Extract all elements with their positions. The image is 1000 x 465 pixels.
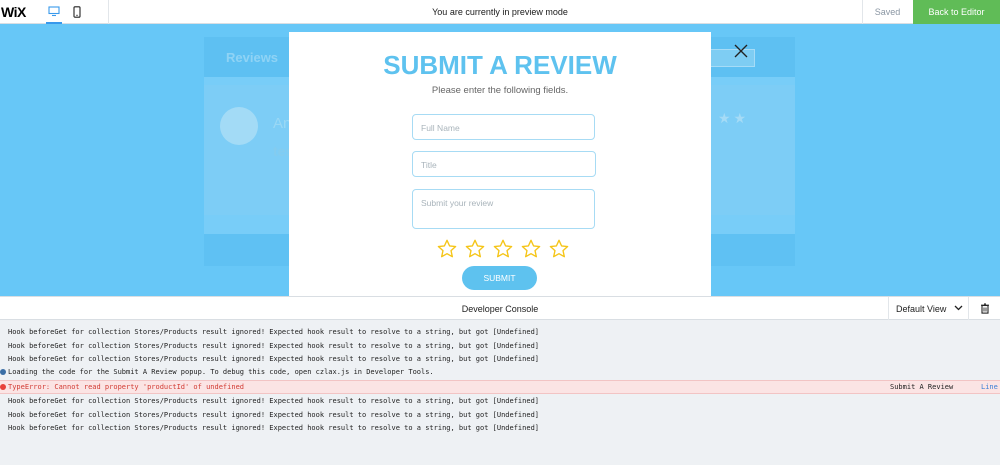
error-message: TypeError: Cannot read property 'product… bbox=[8, 383, 245, 391]
popup-title: SUBMIT A REVIEW bbox=[383, 50, 617, 80]
log-line: Hook beforeGet for collection Stores/Pro… bbox=[8, 397, 540, 405]
topbar-divider bbox=[108, 0, 109, 24]
back-to-editor-button[interactable]: Back to Editor bbox=[913, 0, 1000, 24]
chevron-down-icon bbox=[954, 305, 963, 311]
log-line: Hook beforeGet for collection Stores/Pro… bbox=[8, 355, 540, 363]
star-icon[interactable] bbox=[548, 238, 570, 260]
saved-status: Saved bbox=[862, 0, 912, 24]
trash-icon bbox=[980, 303, 989, 314]
title-input[interactable]: Title bbox=[412, 151, 596, 177]
close-icon[interactable] bbox=[733, 43, 749, 59]
wix-logo: WiX bbox=[1, 3, 26, 20]
info-icon bbox=[0, 369, 6, 375]
star-icon[interactable] bbox=[492, 238, 514, 260]
log-line: Hook beforeGet for collection Stores/Pro… bbox=[8, 411, 540, 419]
rating-input[interactable] bbox=[436, 238, 570, 260]
log-line: Hook beforeGet for collection Stores/Pro… bbox=[8, 328, 540, 336]
review-rating-stars: ★★ bbox=[718, 110, 750, 126]
desktop-icon bbox=[48, 6, 60, 17]
error-icon bbox=[0, 384, 6, 390]
mobile-view-button[interactable] bbox=[66, 0, 88, 24]
developer-console-header: Developer Console Default View bbox=[0, 296, 1000, 320]
error-source[interactable]: Submit A Review bbox=[890, 381, 953, 393]
submit-review-popup: SUBMIT A REVIEW Please enter the followi… bbox=[289, 32, 711, 296]
log-line: Hook beforeGet for collection Stores/Pro… bbox=[8, 342, 540, 350]
clear-console-button[interactable] bbox=[968, 297, 1000, 320]
view-dropdown[interactable]: Default View bbox=[888, 297, 968, 320]
star-icon[interactable] bbox=[464, 238, 486, 260]
error-line-link[interactable]: Line bbox=[981, 381, 998, 393]
view-dropdown-label: Default View bbox=[896, 303, 947, 314]
preview-mode-message: You are currently in preview mode bbox=[432, 7, 568, 17]
star-icon[interactable] bbox=[520, 238, 542, 260]
mobile-icon bbox=[73, 5, 81, 18]
console-log: Hook beforeGet for collection Stores/Pro… bbox=[0, 320, 1000, 465]
popup-subtitle: Please enter the following fields. bbox=[431, 85, 569, 96]
console-title: Developer Console bbox=[461, 304, 539, 314]
review-textarea[interactable]: Submit your review bbox=[412, 189, 595, 229]
reviews-heading: Reviews bbox=[226, 50, 279, 65]
desktop-view-button[interactable] bbox=[43, 0, 65, 24]
log-line: Loading the code for the Submit A Review… bbox=[8, 368, 434, 376]
preview-topbar: WiX You are currently in preview mode Sa… bbox=[0, 0, 1000, 24]
error-log-row[interactable]: TypeError: Cannot read property 'product… bbox=[0, 380, 1000, 394]
reviewer-avatar bbox=[220, 107, 258, 145]
log-line: Hook beforeGet for collection Stores/Pro… bbox=[8, 424, 540, 432]
submit-button[interactable]: SUBMIT bbox=[462, 266, 537, 290]
star-icon[interactable] bbox=[436, 238, 458, 260]
full-name-input[interactable]: Full Name bbox=[412, 114, 595, 140]
